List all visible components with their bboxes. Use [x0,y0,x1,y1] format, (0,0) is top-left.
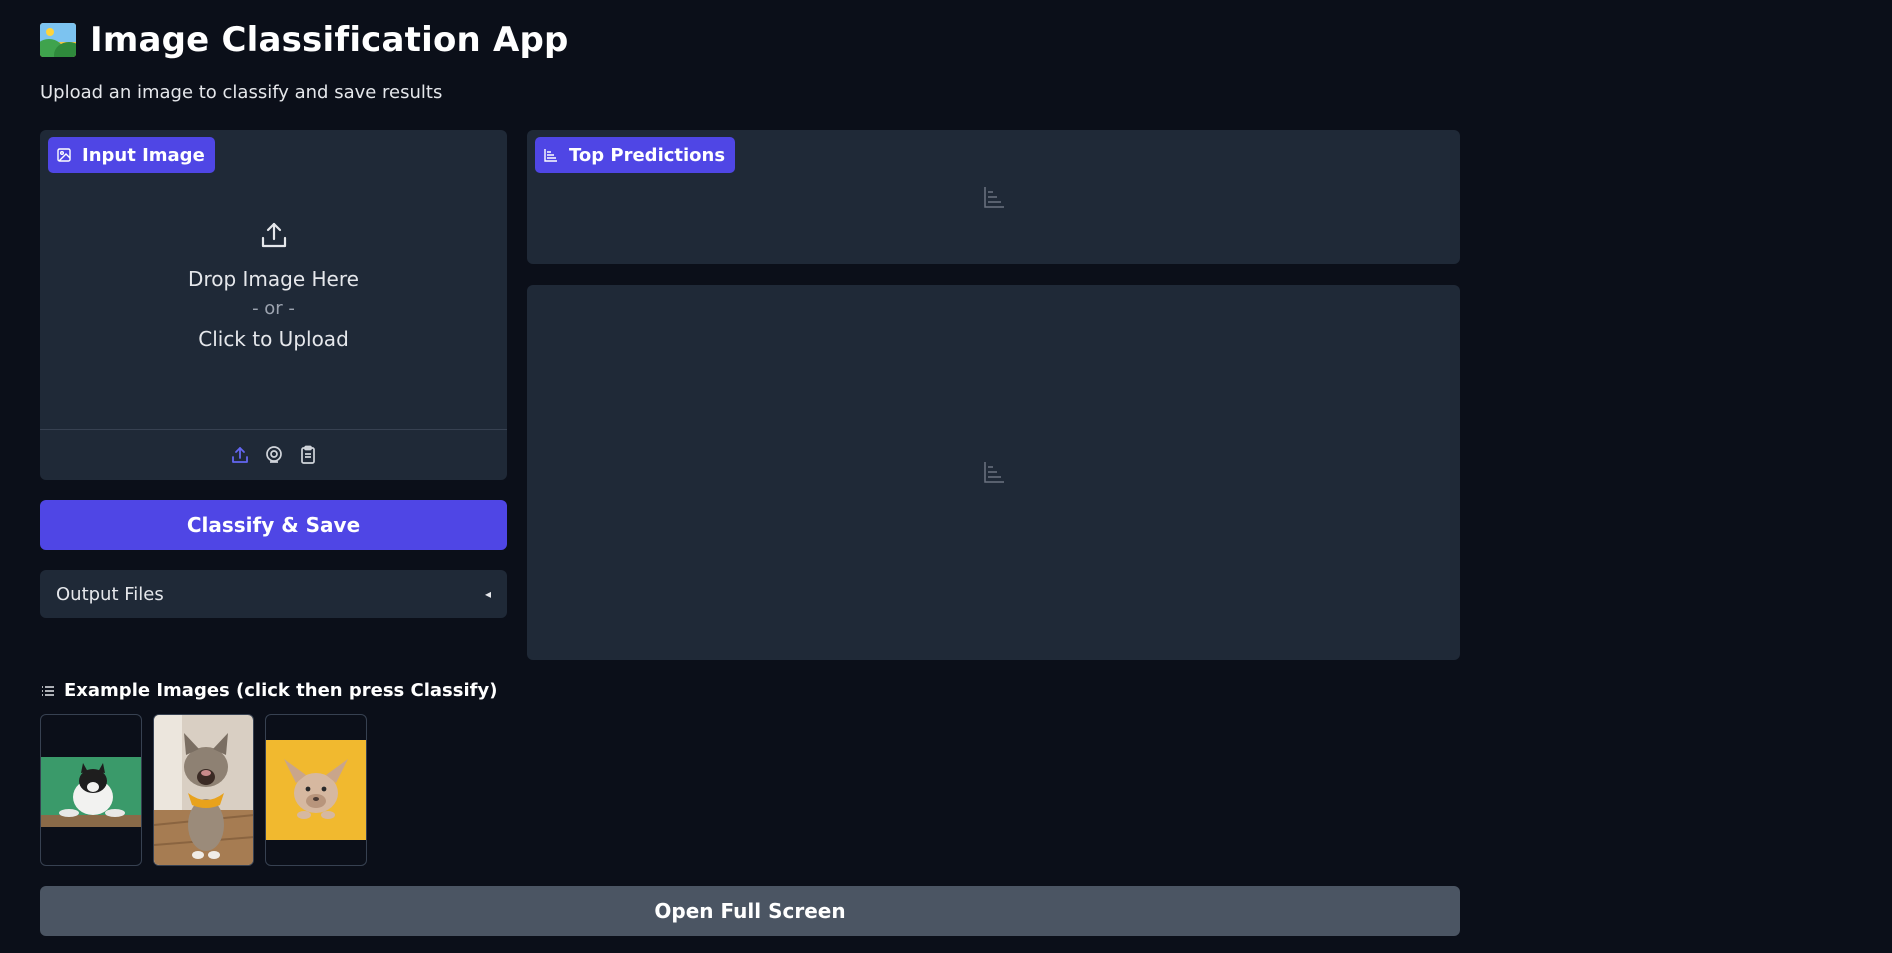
bulldog-thumbnail [266,740,366,840]
list-icon [42,685,54,696]
examples-title: Example Images (click then press Classif… [64,680,498,701]
drop-image-text: Drop Image Here [188,267,359,291]
clipboard-source-button[interactable] [297,444,319,466]
upload-source-button[interactable] [229,444,251,466]
source-selector [40,444,507,466]
classify-save-button[interactable]: Classify & Save [40,500,507,550]
webcam-icon [265,446,282,463]
app-root: Image Classification App Upload an image… [0,0,1892,953]
webcam-source-button[interactable] [263,444,285,466]
page-title: Image Classification App [90,20,569,60]
input-image-label: Input Image [82,144,205,166]
example-image-cat-scarf[interactable] [153,714,254,866]
framed-picture-icon [40,23,76,57]
title-row: Image Classification App [40,18,569,62]
upload-arrow-icon [261,222,286,248]
example-image-cat-green[interactable] [40,714,142,866]
or-text: - or - [252,298,295,319]
cat-scarf-thumbnail [154,715,253,865]
example-image-bulldog[interactable] [265,714,367,866]
clipboard-icon [300,445,315,464]
bar-chart-icon [544,149,557,162]
image-icon [57,148,71,162]
input-image-badge: Input Image [48,137,215,173]
examples-header: Example Images (click then press Classif… [40,680,497,701]
click-to-upload-text: Click to Upload [198,327,349,351]
upload-dropzone[interactable]: Drop Image Here - or - Click to Upload [40,220,507,354]
cat-green-thumbnail [41,757,141,827]
top-predictions-label: Top Predictions [569,144,726,166]
output-files-accordion[interactable]: Output Files ◂ [40,570,507,618]
output-files-label: Output Files [56,583,164,605]
empty-chart-icon [984,187,1004,208]
caret-left-icon: ◂ [484,587,491,601]
page-subtitle: Upload an image to classify and save res… [40,82,443,103]
upload-icon [231,447,248,463]
top-predictions-panel: Top Predictions [527,130,1460,264]
input-image-panel: Input Image Drop Image Here - or - Click… [40,130,507,480]
empty-chart-icon [984,462,1004,483]
examples-gallery [40,714,367,866]
predictions-plot-panel [527,285,1460,660]
top-predictions-badge: Top Predictions [535,137,736,173]
open-full-screen-button[interactable]: Open Full Screen [40,886,1460,936]
source-divider [40,429,507,430]
